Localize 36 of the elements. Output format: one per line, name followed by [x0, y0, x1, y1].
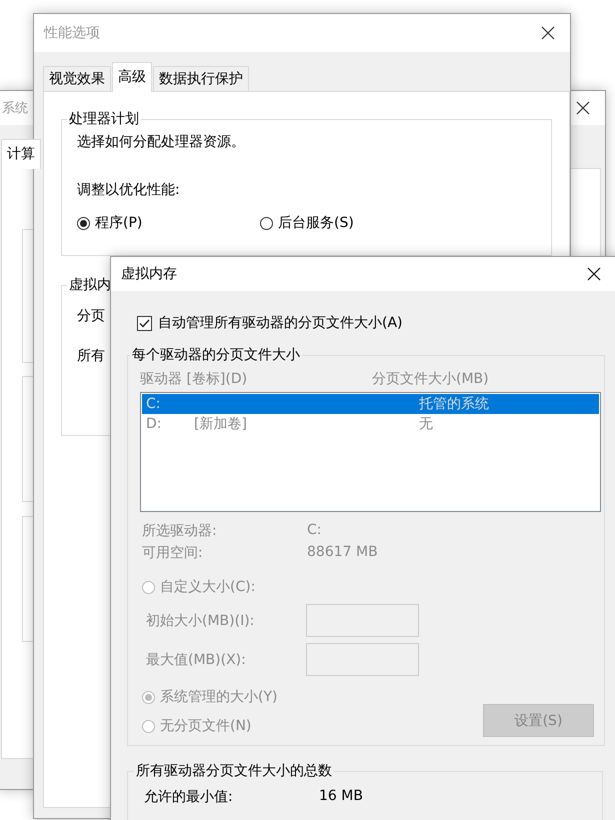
label: 分页	[77, 307, 105, 326]
detail-value: 88617 MB	[307, 544, 379, 562]
detail-value: C:	[307, 522, 322, 540]
detail-label: 所选驱动器:	[142, 522, 218, 540]
field-label: 最大值(MB)(X):	[146, 650, 247, 668]
detail-label: 可用空间:	[142, 544, 204, 562]
group-title: 虚拟内	[68, 276, 112, 294]
group-title: 每个驱动器的分页文件大小	[131, 346, 301, 364]
tab[interactable]: 视觉效果	[43, 66, 111, 91]
radio-button[interactable]: 程序(P)	[77, 214, 260, 232]
window-title: 性能选项	[44, 24, 100, 42]
close-icon[interactable]	[541, 26, 555, 40]
tab[interactable]: 数据执行保护	[153, 66, 249, 91]
tab[interactable]: 计算	[1, 139, 41, 169]
field-label: 初始大小(MB)(I):	[146, 612, 256, 630]
radio-button[interactable]: 后台服务(S)	[260, 214, 443, 232]
label: 所有	[77, 347, 105, 366]
close-icon[interactable]	[587, 267, 601, 281]
total-label: 允许的最小值:	[144, 788, 234, 806]
paging-size: 无	[419, 415, 433, 433]
checkbox[interactable]: 自动管理所有驱动器的分页文件大小(A)	[137, 314, 403, 332]
volume-label: [新加卷]	[194, 416, 247, 432]
column-header: 驱动器 [卷标](D)	[140, 370, 248, 388]
window-title: 系统	[2, 100, 28, 117]
column-header: 分页文件大小(MB)	[372, 370, 490, 388]
group-title: 所有驱动器分页文件大小的总数	[135, 762, 333, 780]
prompt-label: 调整以优化性能:	[77, 181, 181, 200]
total-value: 16 MB	[319, 788, 363, 806]
description-text: 选择如何分配处理器资源。	[77, 133, 246, 152]
paging-size: 托管的系统	[419, 395, 489, 413]
close-icon[interactable]	[576, 101, 590, 115]
group-title: 处理器计划	[68, 110, 140, 128]
window-title: 虚拟内存	[121, 265, 177, 283]
tab[interactable]: 高级	[112, 62, 152, 92]
drive-letter: C:	[145, 396, 162, 412]
drive-letter: D:	[145, 416, 162, 432]
